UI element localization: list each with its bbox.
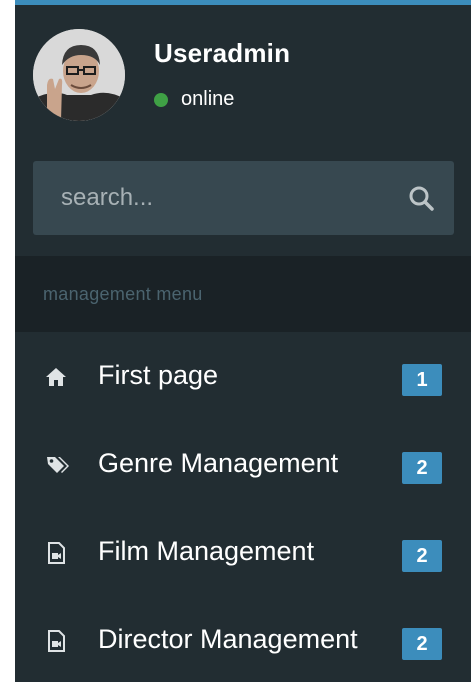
sidebar: Useradmin online management menu First p… [15, 0, 471, 682]
search-icon [409, 186, 434, 211]
user-status: online [154, 88, 234, 111]
menu-item-first-page[interactable]: First page 1 [15, 332, 471, 420]
menu-header: management menu [15, 256, 471, 332]
user-status-label: online [181, 88, 235, 110]
menu-item-genre-management[interactable]: Genre Management 2 [15, 420, 471, 508]
menu-item-film-management[interactable]: Film Management 2 [15, 508, 471, 596]
avatar-image [33, 29, 125, 121]
menu-header-label: management menu [43, 284, 203, 304]
online-status-icon [154, 92, 168, 107]
user-panel: Useradmin online [15, 5, 471, 155]
menu-item-director-management[interactable]: Director Management 2 [15, 596, 471, 682]
sidebar-search-form [33, 161, 454, 235]
menu-item-label: First page [98, 360, 219, 390]
menu-item-badge: 1 [402, 364, 442, 396]
tags-icon [45, 454, 69, 476]
file-video-icon [45, 630, 67, 652]
menu-item-badge: 2 [402, 452, 442, 484]
menu-item-badge: 2 [402, 540, 442, 572]
menu-item-label: Director Management [98, 624, 358, 654]
search-input[interactable] [33, 161, 373, 235]
file-video-icon [45, 542, 67, 564]
home-icon [45, 366, 67, 388]
user-name: Useradmin [154, 38, 291, 68]
search-button[interactable] [406, 183, 436, 213]
menu-item-label: Film Management [98, 536, 315, 566]
menu-item-badge: 2 [402, 628, 442, 660]
user-avatar[interactable] [33, 29, 125, 121]
menu-item-label: Genre Management [98, 448, 339, 478]
